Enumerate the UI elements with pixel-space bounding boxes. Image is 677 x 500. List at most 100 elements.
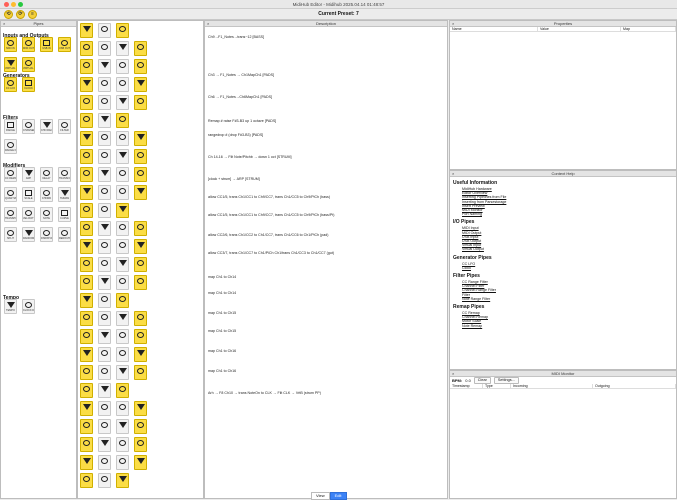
panel-close-icon[interactable]: × xyxy=(452,171,454,177)
pipeline-node[interactable] xyxy=(134,221,147,236)
pipeline-node[interactable] xyxy=(98,437,111,452)
pipeline-node[interactable] xyxy=(134,347,147,362)
pipeline-node[interactable] xyxy=(98,293,111,308)
pipeline-node[interactable] xyxy=(80,149,93,164)
pipeline-node[interactable] xyxy=(80,23,93,38)
pipeline-node[interactable] xyxy=(98,239,111,254)
pipeline-node[interactable] xyxy=(134,419,147,434)
pipeline-node[interactable] xyxy=(80,221,93,236)
pipeline-node[interactable] xyxy=(116,23,129,38)
pipe-palette-item[interactable]: VIRTUAL OUT xyxy=(22,57,35,72)
pipeline-node[interactable] xyxy=(80,185,93,200)
pipeline-node[interactable] xyxy=(80,167,93,182)
pipe-palette-item[interactable]: RANDOM xyxy=(22,227,35,242)
description-line[interactable]: rangedrop # (drop F#3-B3) [PADS] xyxy=(208,133,263,137)
pipeline-node[interactable] xyxy=(116,293,129,308)
pipe-palette-item[interactable]: SCALE xyxy=(22,187,35,202)
pipe-palette-item[interactable]: RANGE FILTER xyxy=(4,139,17,154)
pipe-palette-item[interactable]: USB IN xyxy=(40,37,53,52)
description-line[interactable]: allow CC3/7, trans Ch1/CC7 to Ch1/PiCh C… xyxy=(208,251,334,255)
description-line[interactable]: allow CC1/5, trans Ch1/CC1 to Ch9/CC7, t… xyxy=(208,195,330,199)
pipeline-node[interactable] xyxy=(116,185,129,200)
pipeline-node[interactable] xyxy=(98,221,111,236)
pipeline-node[interactable] xyxy=(116,347,129,362)
pipe-palette-item[interactable]: CHORD xyxy=(40,187,53,202)
pipeline-node[interactable] xyxy=(134,167,147,182)
pipeline-node[interactable] xyxy=(80,59,93,74)
close-window-button[interactable] xyxy=(4,2,9,7)
description-line[interactable]: map Ch1 to Ch16 xyxy=(208,349,236,353)
help-link[interactable]: Port Naming xyxy=(462,212,676,216)
pipeline-node[interactable] xyxy=(134,275,147,290)
pipe-palette-item[interactable]: ARP xyxy=(22,167,35,182)
pipeline-node[interactable] xyxy=(134,131,147,146)
pipe-palette-item[interactable]: TRANSFORM xyxy=(58,167,71,182)
pipeline-node[interactable] xyxy=(80,401,93,416)
settings-button[interactable]: Settings... xyxy=(493,377,519,384)
pipeline-node[interactable] xyxy=(80,77,93,92)
pipeline-node[interactable] xyxy=(134,455,147,470)
description-line[interactable]: map Ch1 to Ch15 xyxy=(208,311,236,315)
pipe-palette-item[interactable]: CC LFO xyxy=(4,77,17,92)
pipeline-node[interactable] xyxy=(98,59,111,74)
pipeline-node[interactable] xyxy=(98,419,111,434)
pipeline-node[interactable] xyxy=(98,257,111,272)
pipeline-node[interactable] xyxy=(134,77,147,92)
pipeline-node[interactable] xyxy=(80,455,93,470)
pipe-palette-item[interactable]: CURVE xyxy=(58,207,71,222)
pipeline-node[interactable] xyxy=(134,365,147,380)
help-link[interactable]: Virtual Output xyxy=(462,247,676,251)
description-line[interactable]: allow CC2/6, trans Ch1/CC2 to Ch1/CC7, t… xyxy=(208,233,328,237)
pipe-palette-item[interactable]: USB OUT xyxy=(58,37,71,52)
pipeline-node[interactable] xyxy=(80,131,93,146)
pipeline-node[interactable] xyxy=(134,311,147,326)
pipe-palette-item[interactable]: HUMAN xyxy=(58,187,71,202)
description-line[interactable]: Arh → F8 Ch10 → trans NoteOn to CLK → Fi… xyxy=(208,391,321,395)
pipe-palette-item[interactable]: TEMPO xyxy=(4,299,17,314)
pipeline-node[interactable] xyxy=(98,455,111,470)
pipe-palette-item[interactable]: RANGE xyxy=(4,119,17,134)
pipeline-node[interactable] xyxy=(116,59,129,74)
pipeline-node[interactable] xyxy=(98,95,111,110)
description-line[interactable]: map Ch1 to Ch15 xyxy=(208,329,236,333)
pipe-palette-item[interactable]: CHN RANGE xyxy=(40,119,53,134)
pipeline-node[interactable] xyxy=(98,365,111,380)
description-line[interactable]: Ch6 → F1_Notes→Ch6MapCh1 [PADS] xyxy=(208,95,272,99)
pipe-palette-item[interactable]: CLOCK DIV xyxy=(22,299,35,314)
pipeline-node[interactable] xyxy=(116,437,129,452)
pipeline-node[interactable] xyxy=(116,365,129,380)
description-line[interactable]: map Ch1 to Ch16 xyxy=(208,369,236,373)
pipeline-node[interactable] xyxy=(98,401,111,416)
pipeline-node[interactable] xyxy=(98,275,111,290)
pipeline-node[interactable] xyxy=(80,383,93,398)
pipeline-node[interactable] xyxy=(116,311,129,326)
pipe-palette-item[interactable]: TRANSPOSE xyxy=(4,207,17,222)
pipeline-node[interactable] xyxy=(116,77,129,92)
pipeline-node[interactable] xyxy=(134,185,147,200)
pipeline-node[interactable] xyxy=(116,383,129,398)
pipe-palette-item[interactable]: VELOCITY xyxy=(22,207,35,222)
minimize-window-button[interactable] xyxy=(11,2,16,7)
pipe-palette-item[interactable]: CHANNEL xyxy=(22,119,35,134)
description-line[interactable]: map Ch1 to Ch14 xyxy=(208,291,236,295)
help-link[interactable]: Note Remap xyxy=(462,324,676,328)
pipe-palette-item[interactable]: VIRTUAL IN xyxy=(4,57,17,72)
pipeline-node[interactable] xyxy=(80,257,93,272)
pipeline-node[interactable] xyxy=(80,275,93,290)
pipeline-node[interactable] xyxy=(134,149,147,164)
description-line[interactable]: [clock + strum] → ARP [STRUM] xyxy=(208,177,260,181)
pipeline-node[interactable] xyxy=(80,239,93,254)
pipeline-node[interactable] xyxy=(98,203,111,218)
pipeline-node[interactable] xyxy=(98,77,111,92)
pipeline-node[interactable] xyxy=(116,257,129,272)
pipeline-node[interactable] xyxy=(134,329,147,344)
pipe-palette-item[interactable]: DISPATCH xyxy=(40,227,53,242)
pipeline-node[interactable] xyxy=(98,473,111,488)
pipeline-node[interactable] xyxy=(116,41,129,56)
pipeline-node[interactable] xyxy=(80,365,93,380)
pipe-palette-item[interactable]: FILTER xyxy=(58,119,71,134)
pipeline-node[interactable] xyxy=(98,311,111,326)
pipeline-node[interactable] xyxy=(80,419,93,434)
pipeline-node[interactable] xyxy=(98,149,111,164)
description-line[interactable]: map Ch1 to Ch14 xyxy=(208,275,236,279)
